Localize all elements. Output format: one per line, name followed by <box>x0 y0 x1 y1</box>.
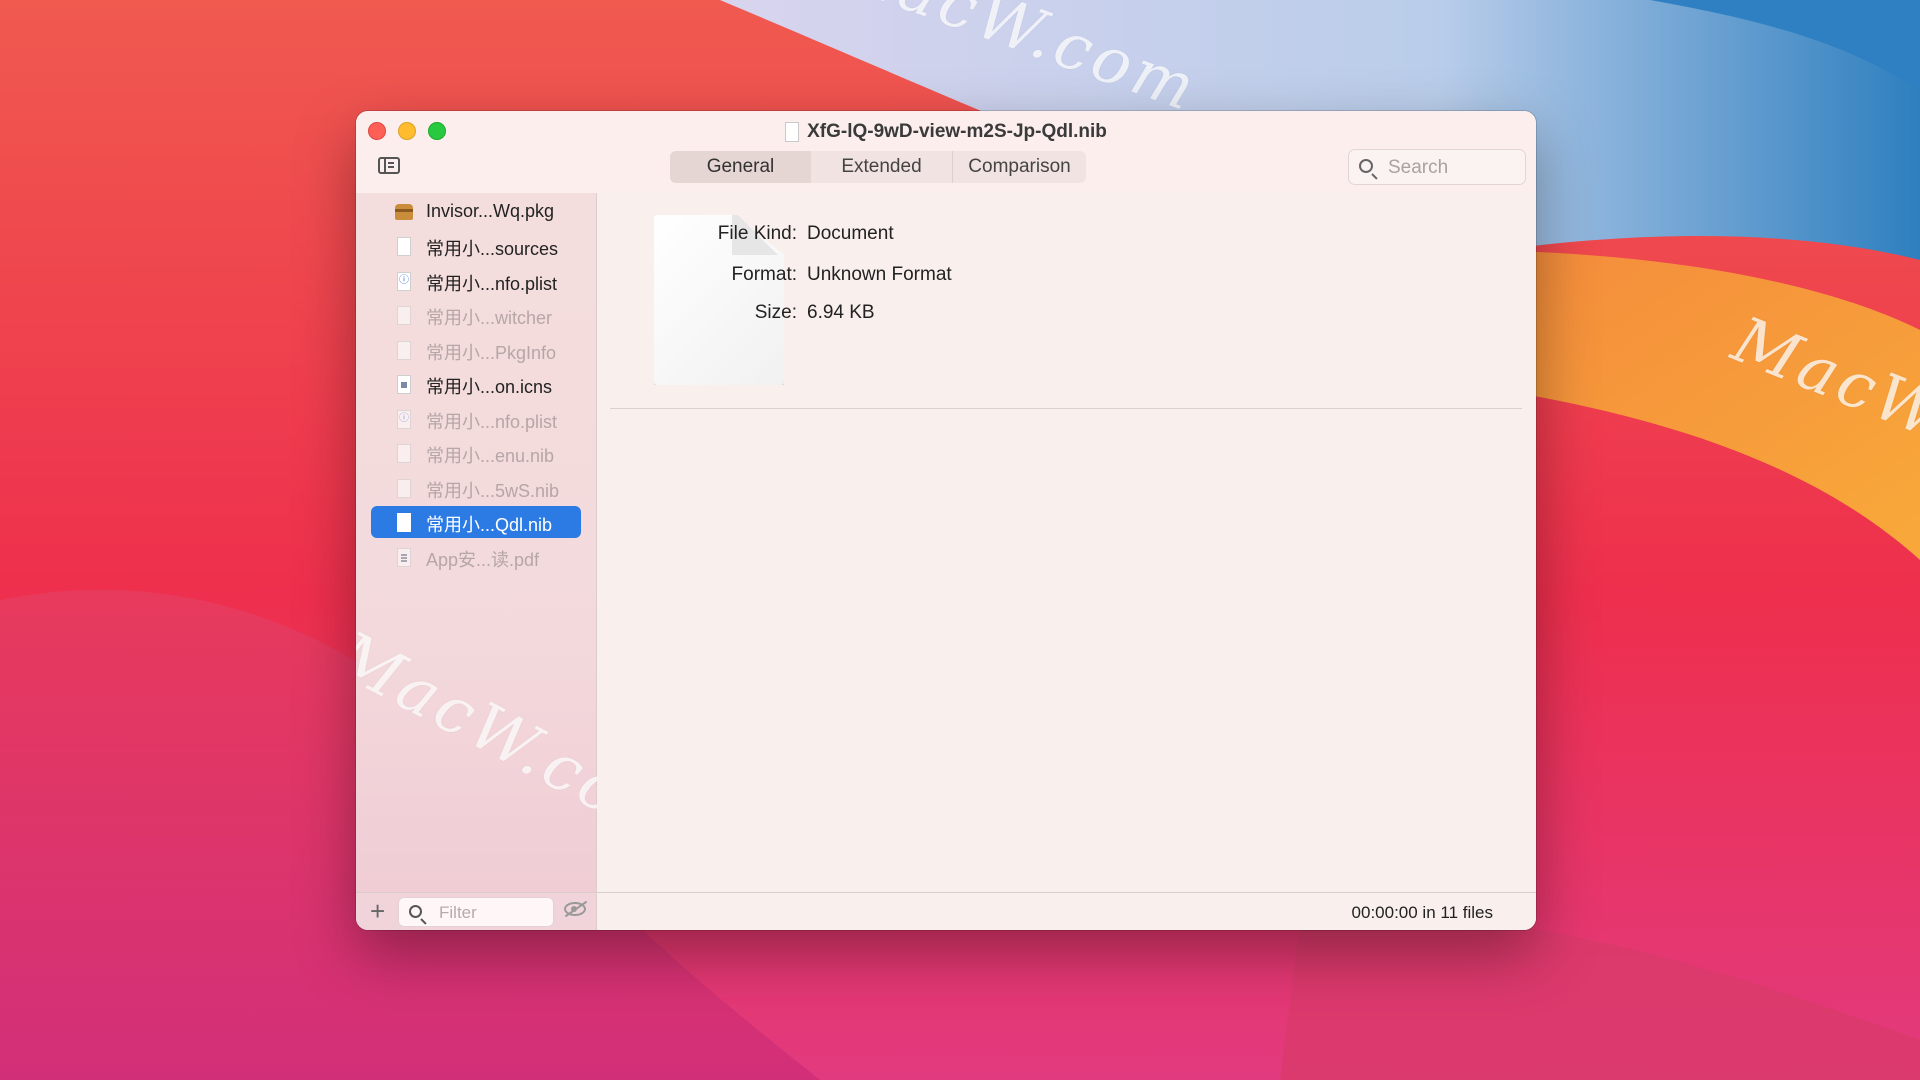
file-item-5ws-nib[interactable]: 常用小...5wS.nib <box>371 472 581 504</box>
format-value: Unknown Format <box>807 264 952 285</box>
icns-icon <box>397 375 411 394</box>
file-item-pdf[interactable]: App安...读.pdf <box>371 541 581 573</box>
document-icon <box>785 122 800 142</box>
search-placeholder: Search <box>1388 157 1449 178</box>
file-item-menu-nib[interactable]: 常用小...enu.nib <box>371 437 581 469</box>
document-icon <box>397 444 411 463</box>
tab-bar: General Extended Comparison <box>670 151 1086 183</box>
file-item-qdl-nib[interactable]: 常用小...Qdl.nib <box>371 506 581 538</box>
plist-icon <box>397 272 411 291</box>
document-icon <box>397 306 411 325</box>
file-item-pkg[interactable]: Invisor...Wq.pkg <box>371 196 581 228</box>
file-item-label: Invisor...Wq.pkg <box>426 201 555 221</box>
document-icon <box>397 237 411 256</box>
add-icon[interactable]: + <box>370 898 385 924</box>
file-item-label: 常用小...nfo.plist <box>426 412 558 432</box>
file-kind-value: Document <box>807 223 894 244</box>
file-item-info-plist[interactable]: 常用小...nfo.plist <box>371 265 581 297</box>
tab-comparison[interactable]: Comparison <box>953 151 1086 183</box>
sidebar-toggle-icon[interactable] <box>378 157 400 174</box>
app-window: XfG-lQ-9wD-view-m2S-Jp-Qdl.nib General E… <box>356 111 1536 930</box>
file-item-icns[interactable]: 常用小...on.icns <box>371 368 581 400</box>
file-item-label: 常用小...on.icns <box>426 377 553 397</box>
window-title-area: XfG-lQ-9wD-view-m2S-Jp-Qdl.nib <box>356 117 1536 147</box>
file-item-label: 常用小...nfo.plist <box>426 274 558 294</box>
tab-extended[interactable]: Extended <box>811 151 953 183</box>
search-icon <box>1359 159 1373 173</box>
file-item-label: App安...读.pdf <box>426 550 540 570</box>
format-label: Format: <box>731 264 797 285</box>
file-item-witcher[interactable]: 常用小...witcher <box>371 299 581 331</box>
hide-invisible-icon[interactable] <box>564 902 586 916</box>
file-item-label: 常用小...sources <box>426 239 559 259</box>
file-item-pkginfo[interactable]: 常用小...PkgInfo <box>371 334 581 366</box>
size-value: 6.94 KB <box>807 302 875 323</box>
filter-input[interactable]: Filter <box>398 897 554 927</box>
status-bar: 00:00:00 in 11 files <box>597 892 1536 930</box>
titlebar: XfG-lQ-9wD-view-m2S-Jp-Qdl.nib General E… <box>356 111 1536 194</box>
document-icon <box>397 479 411 498</box>
size-label: Size: <box>754 302 797 323</box>
file-item-label: 常用小...Qdl.nib <box>426 515 553 535</box>
info-panel: File Kind: Document Format: Unknown Form… <box>597 193 1536 892</box>
file-item-sources[interactable]: 常用小...sources <box>371 230 581 262</box>
tab-general[interactable]: General <box>670 151 811 183</box>
filter-placeholder: Filter <box>439 903 477 922</box>
document-icon <box>397 513 411 532</box>
plist-icon <box>397 410 411 429</box>
sidebar-footer: + Filter <box>356 892 596 930</box>
package-icon <box>395 204 413 220</box>
pdf-icon <box>397 548 411 567</box>
window-title: XfG-lQ-9wD-view-m2S-Jp-Qdl.nib <box>807 121 1107 142</box>
file-item-info-plist-2[interactable]: 常用小...nfo.plist <box>371 403 581 435</box>
file-item-label: 常用小...witcher <box>426 308 553 328</box>
sidebar: Invisor...Wq.pkg 常用小...sources 常用小...nfo… <box>356 193 695 930</box>
file-item-label: 常用小...enu.nib <box>426 446 555 466</box>
search-input[interactable]: Search <box>1348 149 1526 185</box>
file-item-label: 常用小...5wS.nib <box>426 481 560 501</box>
search-icon <box>409 905 422 918</box>
status-text: 00:00:00 in 11 files <box>1351 903 1493 922</box>
file-item-label: 常用小...PkgInfo <box>426 343 557 363</box>
file-kind-label: File Kind: <box>717 223 797 244</box>
document-icon <box>397 341 411 360</box>
divider <box>610 408 1522 409</box>
